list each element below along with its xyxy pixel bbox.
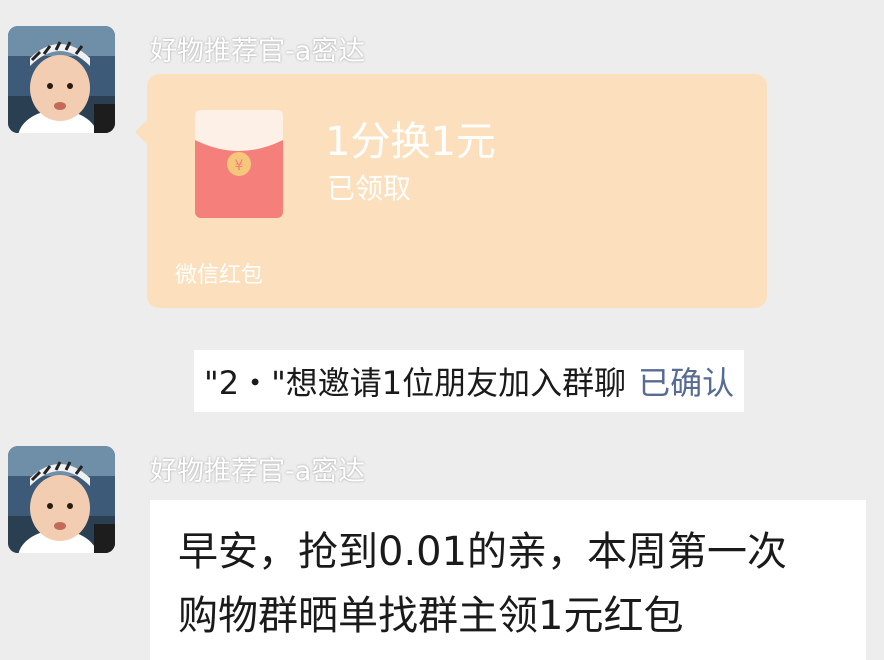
svg-text:¥: ¥ (235, 158, 244, 174)
confirm-link[interactable]: 已确认 (638, 358, 734, 404)
system-message-text: "2・"想邀请1位朋友加入群聊 (204, 364, 627, 402)
red-packet-status: 已领取 (327, 172, 412, 205)
message-text-line: 购物群晒单找群主领1元红包 (178, 593, 684, 639)
sender-name: 好物推荐官-a密达 (150, 456, 366, 487)
bubble-tail (135, 120, 147, 144)
red-packet-card[interactable]: ¥ 1分换1元 已领取 微信红包 (135, 74, 767, 308)
system-message: "2・"想邀请1位朋友加入群聊 已确认 (194, 350, 745, 412)
sender-avatar[interactable] (8, 446, 115, 553)
sender-name: 好物推荐官-a密达 (150, 36, 366, 67)
sender-avatar[interactable] (8, 26, 115, 133)
red-envelope-icon: ¥ (195, 110, 283, 218)
message-text-line: 早安，抢到0.01的亲，本周第一次 (178, 529, 788, 575)
red-packet-brand: 微信红包 (175, 263, 264, 288)
red-packet-title: 1分换1元 (325, 119, 496, 165)
text-message-bubble[interactable]: 早安，抢到0.01的亲，本周第一次 购物群晒单找群主领1元红包 (150, 500, 866, 660)
